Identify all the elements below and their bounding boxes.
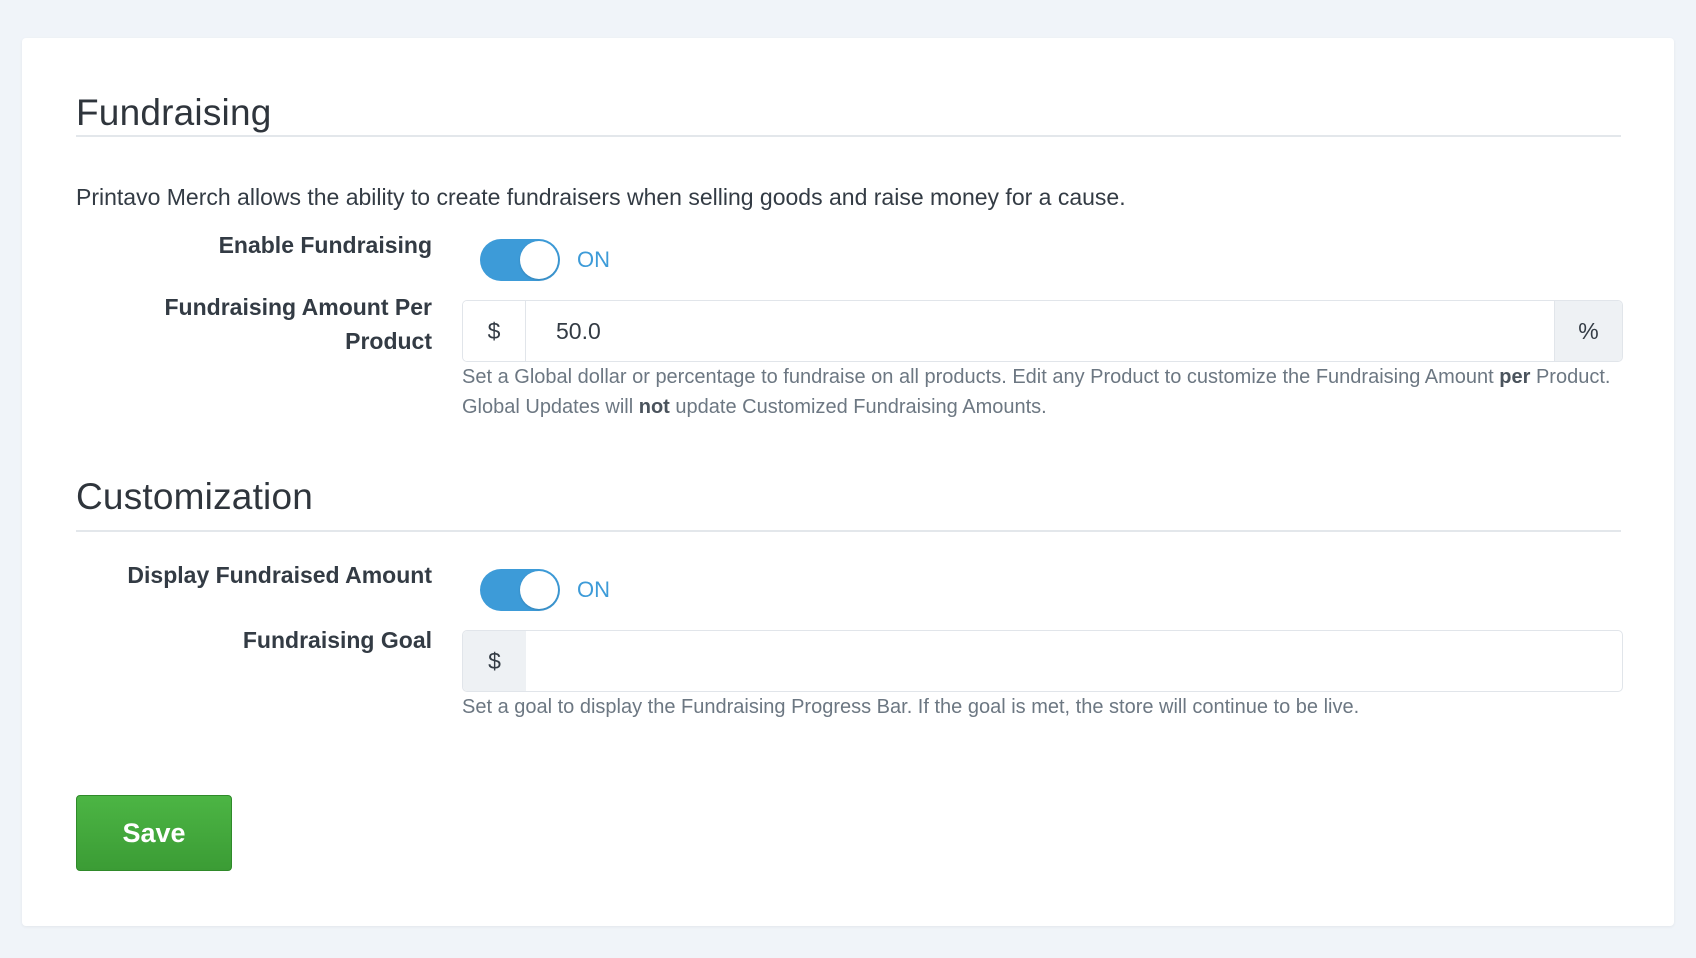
toggle-knob	[520, 241, 558, 279]
amount-help-part3: update Customized Fundraising Amounts.	[669, 396, 1047, 418]
display-fundraised-amount-toggle[interactable]	[480, 569, 560, 611]
save-button[interactable]: Save	[76, 795, 232, 871]
fundraising-amount-label: Fundraising Amount Per Product	[165, 290, 433, 358]
percent-suffix[interactable]: %	[1554, 301, 1622, 361]
amount-help-bold-not: not	[638, 396, 670, 418]
fundraising-amount-input-group: $ %	[462, 300, 1623, 362]
customization-divider	[76, 530, 1621, 532]
settings-card: Fundraising Printavo Merch allows the ab…	[22, 38, 1674, 926]
goal-dollar-prefix: $	[463, 631, 526, 691]
fundraising-amount-label-line2: Product	[345, 328, 432, 354]
fundraising-amount-help: Set a Global dollar or percentage to fun…	[462, 362, 1627, 422]
toggle-knob	[520, 571, 558, 609]
fundraising-divider	[76, 135, 1621, 137]
fundraising-goal-help: Set a goal to display the Fundraising Pr…	[462, 696, 1360, 718]
amount-help-bold-per: per	[1499, 366, 1531, 388]
dollar-prefix[interactable]: $	[463, 301, 526, 361]
fundraising-intro: Printavo Merch allows the ability to cre…	[76, 184, 1126, 210]
enable-fundraising-toggle[interactable]	[480, 239, 560, 281]
display-fundraised-amount-state: ON	[577, 577, 610, 602]
fundraising-amount-label-line1: Fundraising Amount Per	[164, 294, 433, 320]
fundraising-goal-input-group: $	[462, 630, 1623, 692]
enable-fundraising-state: ON	[577, 247, 610, 272]
amount-help-part1: Set a Global dollar or percentage to fun…	[462, 366, 1500, 388]
enable-fundraising-label: Enable Fundraising	[218, 232, 432, 258]
customization-section-title: Customization	[76, 476, 314, 517]
fundraising-section-title: Fundraising	[76, 92, 272, 133]
fundraising-goal-input[interactable]	[526, 631, 1622, 691]
fundraising-goal-label: Fundraising Goal	[242, 627, 432, 653]
display-fundraised-amount-label: Display Fundraised Amount	[127, 562, 432, 588]
fundraising-amount-input[interactable]	[526, 301, 1554, 361]
